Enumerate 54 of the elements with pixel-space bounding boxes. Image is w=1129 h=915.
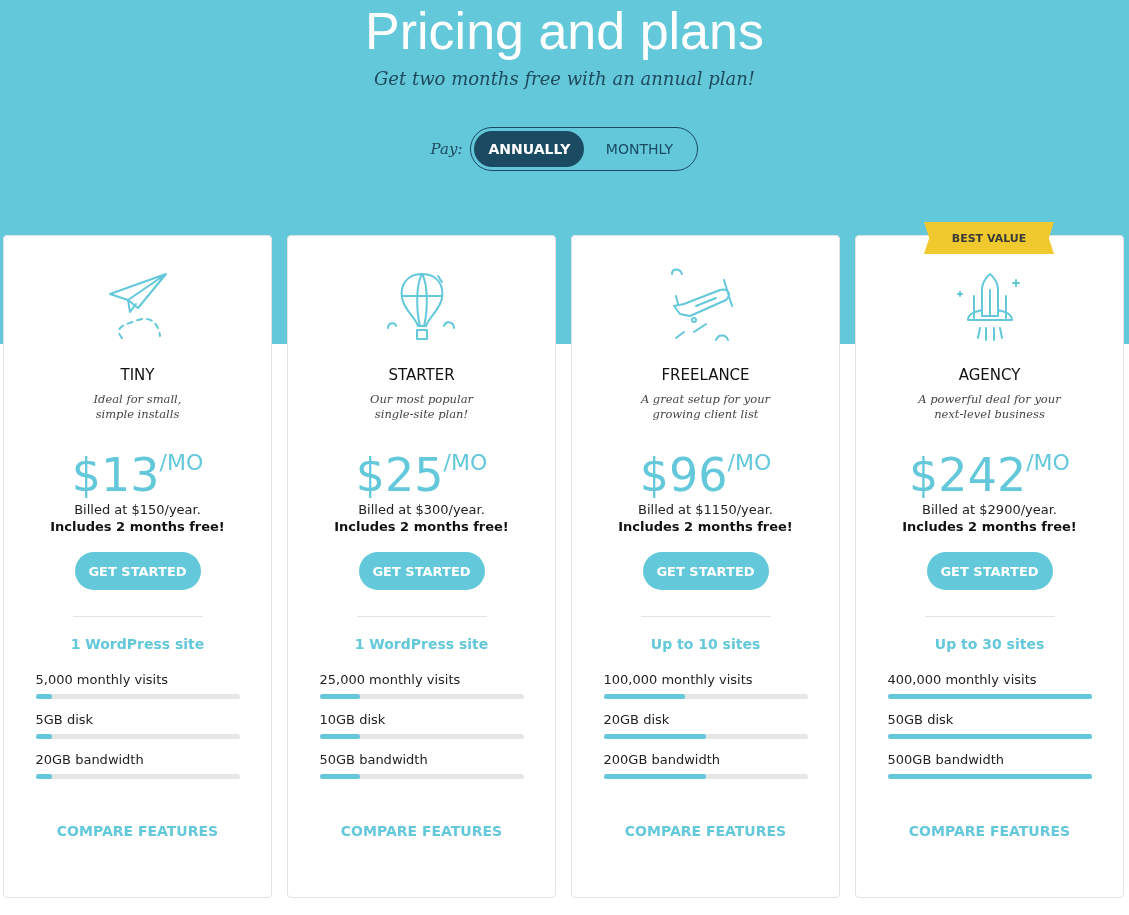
compare-features-link[interactable]: COMPARE FEATURES — [624, 823, 787, 839]
limit-label: 5,000 monthly visits — [35, 672, 170, 687]
billing-note: Billed at $300/year. — [358, 502, 485, 517]
plan-tagline: A great setup for your growing client list — [640, 392, 771, 422]
page-subtitle: Get two months free with an annual plan! — [373, 68, 756, 89]
bonus-note: Includes 2 months free! — [902, 519, 1077, 534]
compare-features-link[interactable]: COMPARE FEATURES — [908, 823, 1071, 839]
price-unit: /MO — [159, 449, 204, 475]
plan-name: FREELANCE — [661, 366, 750, 384]
plan-price: $242 — [909, 448, 1027, 502]
billing-note: Billed at $2900/year. — [922, 502, 1057, 517]
page-title: Pricing and plans — [365, 1, 764, 62]
limit-label: 200GB bandwidth — [603, 752, 721, 767]
compare-features-link[interactable]: COMPARE FEATURES — [56, 823, 219, 839]
site-count: 1 WordPress site — [354, 636, 489, 652]
limit-label: 100,000 monthly visits — [603, 672, 754, 687]
limit-label: 20GB disk — [603, 712, 671, 727]
plan-tagline: Ideal for small, simple installs — [93, 392, 182, 422]
limit-label: 50GB disk — [887, 712, 955, 727]
site-count: 1 WordPress site — [70, 636, 205, 652]
price-unit: /MO — [443, 449, 488, 475]
plan-tagline: A powerful deal for your next-level business — [918, 392, 1061, 422]
price-unit: /MO — [727, 449, 772, 475]
billing-note: Billed at $150/year. — [74, 502, 201, 517]
billing-option[interactable]: MONTHLY — [584, 131, 695, 167]
plan-price: $13 — [71, 448, 160, 502]
billing-option[interactable]: ANNUALLY — [474, 131, 585, 167]
limit-label: 25,000 monthly visits — [319, 672, 462, 687]
best-value-ribbon: BEST VALUE — [924, 222, 1054, 254]
pay-label: Pay: — [430, 140, 463, 158]
plan-price: $96 — [639, 448, 728, 502]
billing-note: Billed at $1150/year. — [638, 502, 773, 517]
limit-label: 500GB bandwidth — [887, 752, 1005, 767]
get-started-button[interactable]: GET STARTED — [926, 552, 1053, 590]
limit-label: 400,000 monthly visits — [887, 672, 1038, 687]
compare-features-link[interactable]: COMPARE FEATURES — [340, 823, 503, 839]
limit-label: 50GB bandwidth — [319, 752, 429, 767]
get-started-button[interactable]: GET STARTED — [74, 552, 201, 590]
site-count: Up to 30 sites — [934, 636, 1045, 652]
bonus-note: Includes 2 months free! — [334, 519, 509, 534]
site-count: Up to 10 sites — [650, 636, 761, 652]
get-started-button[interactable]: GET STARTED — [642, 552, 769, 590]
plan-tagline: Our most popular single-site plan! — [369, 392, 474, 422]
bonus-note: Includes 2 months free! — [50, 519, 225, 534]
plan-name: AGENCY — [958, 366, 1021, 384]
bonus-note: Includes 2 months free! — [618, 519, 793, 534]
limit-label: 20GB bandwidth — [35, 752, 145, 767]
plan-name: TINY — [120, 366, 155, 384]
get-started-button[interactable]: GET STARTED — [358, 552, 485, 590]
plan-name: STARTER — [388, 366, 455, 384]
price-unit: /MO — [1026, 449, 1070, 475]
limit-label: 10GB disk — [319, 712, 387, 727]
limit-label: 5GB disk — [35, 712, 95, 727]
plan-price: $25 — [355, 448, 444, 502]
